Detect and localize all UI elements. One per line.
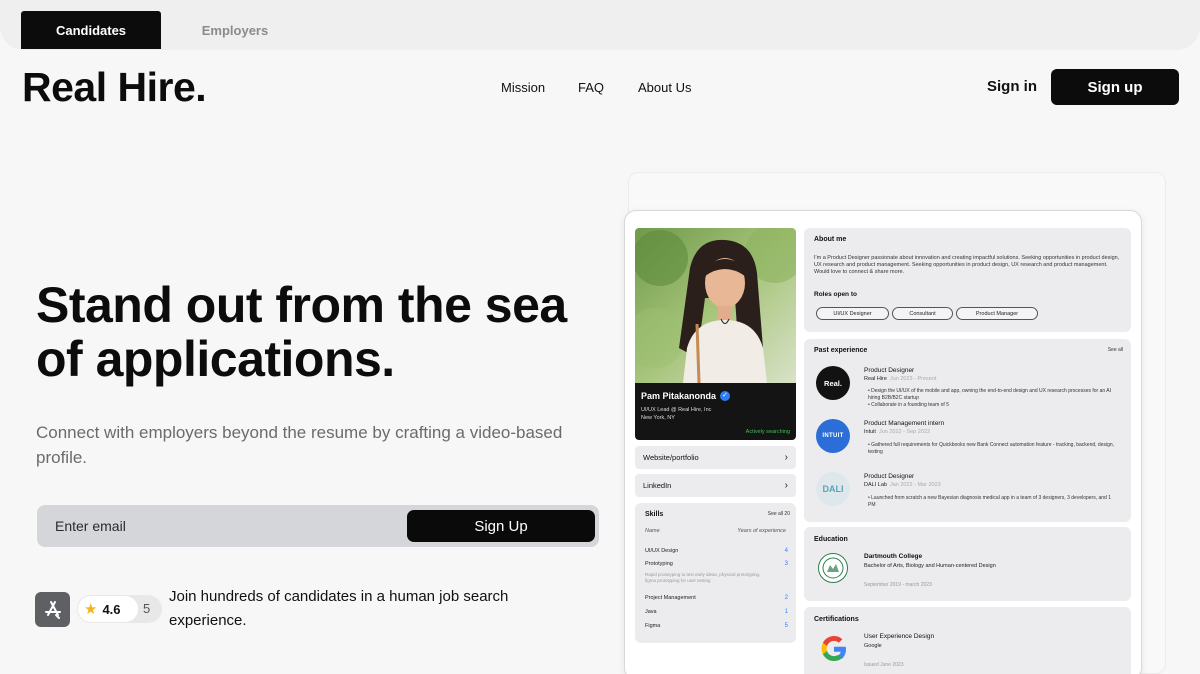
chevron-right-icon: ›	[784, 480, 788, 491]
real-hire-logo: Real.	[816, 366, 850, 400]
profile-name-row: Pam Pitakanonda ✓	[641, 391, 731, 401]
experience-see-all[interactable]: See all	[1108, 347, 1123, 353]
tab-employers[interactable]: Employers	[165, 11, 305, 49]
profile-photo	[635, 228, 796, 383]
profile-role: UI/UX Lead @ Real Hire, Inc	[641, 407, 712, 413]
linkedin-link[interactable]: LinkedIn ›	[635, 474, 796, 497]
certification-date: Issued June 2023	[864, 662, 904, 668]
rating-count: 5	[143, 601, 151, 616]
skill-years: 2	[784, 595, 788, 601]
skill-years: 3	[784, 561, 788, 567]
skill-note: Rapid prototyping to test early ideas, p…	[645, 572, 761, 583]
exp-bullet: • Launched from scratch a new Bayesian d…	[868, 495, 1112, 508]
nav-faq[interactable]: FAQ	[578, 80, 604, 95]
profile-photo-illustration	[635, 228, 796, 383]
hero-title: Stand out from the sea of applications.	[36, 277, 567, 387]
skill-name: Project Management	[645, 595, 696, 601]
seal-glyph	[822, 557, 844, 579]
skills-title: Skills	[645, 511, 664, 518]
email-input[interactable]	[37, 505, 405, 547]
google-g-icon	[816, 631, 852, 667]
exp-bullet: • Collaborate in a founding team of 5	[868, 402, 949, 408]
skills-col-name: Name	[645, 528, 660, 534]
profile-name: Pam Pitakanonda	[641, 391, 717, 401]
education-card: Education Dartmouth College Bachelor of …	[804, 527, 1131, 601]
role-chip[interactable]: Product Manager	[956, 307, 1038, 320]
email-signup-form: Sign Up	[37, 505, 599, 547]
skill-name: UI/UX Design	[645, 548, 679, 554]
exp-title: Product Management intern	[864, 420, 945, 427]
nav-about-us[interactable]: About Us	[638, 80, 691, 95]
certification-issuer: Google	[864, 643, 882, 649]
certification-name: User Experience Design	[864, 633, 935, 640]
skills-col-years: Years of experience	[737, 528, 786, 534]
app-store-icon[interactable]	[35, 592, 70, 627]
education-dates: September 2019 - march 2023	[864, 582, 932, 588]
school-name: Dartmouth College	[864, 553, 923, 560]
role-chip[interactable]: Consultant	[892, 307, 953, 320]
rating-value: 4.6	[102, 601, 121, 617]
exp-company: DALI Lab Jan 2022 - Mar 2023	[864, 482, 941, 488]
skill-years: 4	[784, 548, 788, 554]
skill-name: Figma	[645, 623, 661, 629]
nav-mission[interactable]: Mission	[501, 80, 545, 95]
degree: Bachelor of Arts, Biology and Human-cent…	[864, 563, 996, 569]
app-rating-badge: ★ 4.6 5	[77, 595, 162, 623]
skill-name: Java	[645, 609, 657, 615]
skills-see-all[interactable]: See all 20	[768, 511, 790, 517]
education-title: Education	[814, 536, 848, 543]
intuit-logo: INTUIT	[816, 419, 850, 453]
join-text: Join hundreds of candidates in a human j…	[169, 588, 509, 629]
linkedin-label: LinkedIn	[643, 481, 672, 490]
certifications-title: Certifications	[814, 616, 859, 623]
roles-title: Roles open to	[814, 291, 857, 298]
email-signup-button[interactable]: Sign Up	[407, 510, 595, 542]
experience-card: Past experience See all Real. Product De…	[804, 339, 1131, 522]
website-portfolio-label: Website/portfolio	[643, 453, 699, 462]
exp-company: Real Hire Jun 2023 - Present	[864, 376, 937, 382]
exp-bullet: • Design the UI/UX of the mobile and app…	[868, 388, 1112, 401]
exp-title: Product Designer	[864, 367, 915, 374]
audience-tabbar: Candidates Employers	[0, 0, 1200, 50]
sign-up-button[interactable]: Sign up	[1051, 69, 1179, 105]
star-icon: ★	[84, 601, 98, 618]
status-badge: Actively searching	[745, 429, 790, 435]
skill-years: 1	[784, 609, 788, 615]
chevron-right-icon: ›	[784, 452, 788, 463]
app-store-glyph	[44, 600, 61, 619]
experience-title: Past experience	[814, 347, 868, 354]
skill-years: 5	[784, 623, 788, 629]
profile-id-card: Pam Pitakanonda ✓ UI/UX Lead @ Real Hire…	[635, 383, 796, 440]
google-g-glyph	[821, 636, 846, 661]
profile-mockup: Pam Pitakanonda ✓ UI/UX Lead @ Real Hire…	[624, 210, 1142, 674]
sign-in-link[interactable]: Sign in	[987, 78, 1037, 95]
hero-subtitle: Connect with employers beyond the resume…	[36, 423, 563, 467]
skill-name: Prototyping	[645, 561, 673, 567]
rating-pill: ★ 4.6	[78, 596, 138, 622]
dali-logo: DALI	[816, 472, 850, 506]
exp-company: Intuit Jun 2022 - Sep 2022	[864, 429, 931, 435]
site-logo[interactable]: Real Hire.	[22, 64, 207, 111]
skills-card: Skills See all 20 Name Years of experien…	[635, 503, 796, 643]
profile-location: New York, NY	[641, 415, 675, 421]
verified-check-icon: ✓	[720, 391, 731, 401]
website-portfolio-link[interactable]: Website/portfolio ›	[635, 446, 796, 469]
tab-candidates[interactable]: Candidates	[21, 11, 161, 49]
certifications-card: Certifications User Experience Design Go…	[804, 607, 1131, 674]
exp-title: Product Designer	[864, 473, 915, 480]
role-chip[interactable]: UI/UX Designer	[816, 307, 889, 320]
about-title: About me	[814, 236, 847, 243]
about-text: I'm a Product Designer passionate about …	[814, 255, 1120, 275]
exp-bullet: • Gathered full requirements for Quickbo…	[868, 442, 1115, 455]
dartmouth-seal-icon	[818, 553, 848, 583]
